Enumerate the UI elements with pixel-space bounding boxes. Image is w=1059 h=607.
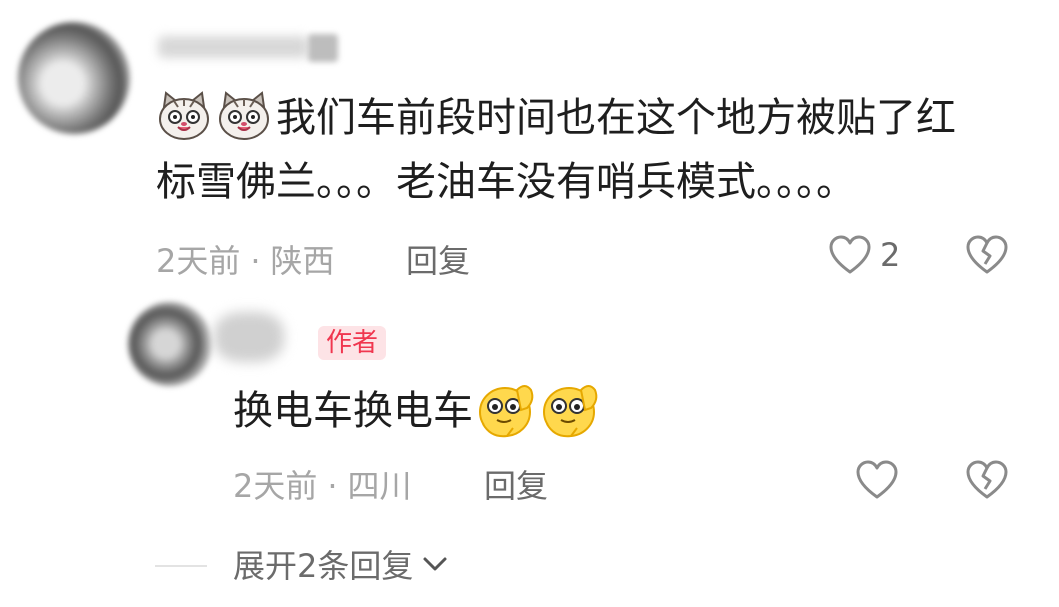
meta-separator: · bbox=[327, 467, 338, 505]
expand-replies-label: 展开2条回复 bbox=[233, 547, 414, 585]
reply-dislike-button[interactable] bbox=[965, 459, 1009, 501]
reply-username-blurred[interactable] bbox=[214, 312, 284, 362]
author-badge: 作者 bbox=[318, 326, 387, 360]
dislike-button[interactable] bbox=[965, 234, 1009, 276]
reply-time: 2天前 bbox=[233, 467, 318, 505]
reply-location: 四川 bbox=[347, 467, 412, 505]
cat-face-emoji bbox=[216, 89, 272, 141]
cat-face-emoji bbox=[156, 89, 212, 141]
expand-replies-button[interactable]: 展开2条回复 bbox=[233, 541, 449, 587]
comment-location: 陕西 bbox=[270, 242, 335, 280]
heart-icon bbox=[855, 459, 899, 501]
comment-text: 我们车前段时间也在这个地方被贴了红 标雪佛兰。。。老油车没有哨兵模式。。。。 bbox=[156, 86, 1036, 214]
divider bbox=[155, 565, 207, 567]
reply-text-content: 换电车换电车 bbox=[233, 388, 473, 434]
like-button[interactable] bbox=[828, 234, 872, 276]
avatar[interactable] bbox=[18, 22, 130, 134]
hand-peek-emoji bbox=[541, 380, 601, 442]
like-count: 2 bbox=[880, 236, 901, 274]
broken-heart-icon bbox=[965, 234, 1009, 276]
reply-button[interactable]: 回复 bbox=[406, 236, 470, 282]
comment-line-2: 标雪佛兰。。。老油车没有哨兵模式。。。。 bbox=[156, 159, 856, 205]
hand-peek-emoji bbox=[477, 380, 537, 442]
reply-meta: 2天前 · 四川 bbox=[233, 461, 412, 507]
reply-like-button[interactable] bbox=[855, 459, 899, 501]
reply-text: 换电车换电车 bbox=[233, 380, 601, 442]
username-blurred[interactable] bbox=[158, 32, 338, 64]
comment-meta: 2天前 · 陕西 bbox=[156, 236, 335, 282]
meta-separator: · bbox=[250, 242, 261, 280]
comment-text-line1: 我们车前段时间也在这个地方被贴了红 bbox=[276, 95, 956, 141]
heart-icon bbox=[828, 234, 872, 276]
chevron-down-icon bbox=[421, 554, 449, 574]
comment-time: 2天前 bbox=[156, 242, 241, 280]
reply-avatar[interactable] bbox=[128, 302, 212, 386]
comment-line-1: 我们车前段时间也在这个地方被贴了红 bbox=[156, 86, 1036, 150]
broken-heart-icon bbox=[965, 459, 1009, 501]
reply-button[interactable]: 回复 bbox=[484, 461, 548, 507]
